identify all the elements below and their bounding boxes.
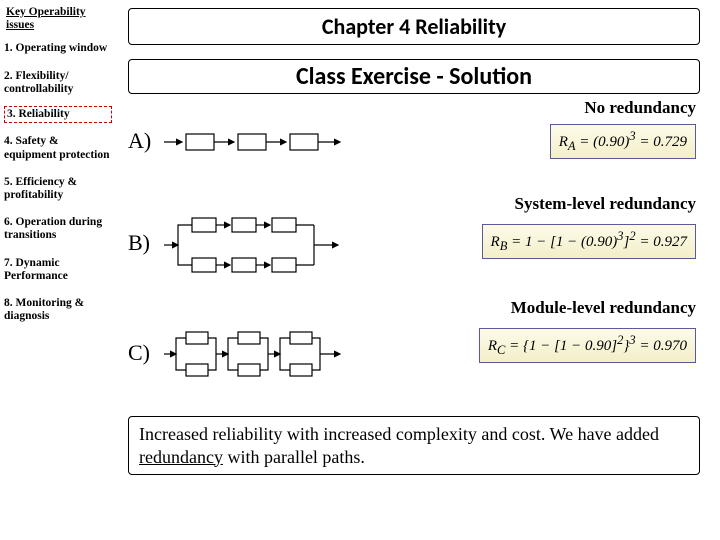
sidebar-item: 1. Operating window <box>4 38 112 65</box>
sidebar-item-current: 3. Reliability <box>4 106 112 123</box>
sidebar-item: 7. Dynamic Performance <box>4 253 112 293</box>
footer-pre: Increased reliability with increased com… <box>139 424 659 444</box>
row-a: No redundancy A) RA = (0.90)3 = 0.729 <box>120 104 716 184</box>
exercise-subtitle: Class Exercise - Solution <box>128 59 700 94</box>
main-content: Chapter 4 Reliability Class Exercise - S… <box>120 0 716 540</box>
chapter-title: Chapter 4 Reliability <box>128 8 700 45</box>
sidebar-header: Key Operability issues <box>4 4 112 38</box>
row-c-desc: Module-level redundancy <box>511 298 696 318</box>
sidebar-item: 6. Operation during transitions <box>4 212 112 252</box>
formula-c: RC = {1 − [1 − 0.90]2}3 = 0.970 <box>479 328 696 363</box>
formula-b: RB = 1 − [1 − (0.90)3]2 = 0.927 <box>482 224 696 259</box>
sidebar-item: 4. Safety & equipment protection <box>4 131 112 171</box>
diagram-no-redundancy <box>164 122 384 182</box>
formula-a: RA = (0.90)3 = 0.729 <box>550 124 696 159</box>
sidebar-item: 5. Efficiency & profitability <box>4 172 112 212</box>
row-b-label: B) <box>128 230 150 256</box>
row-c-label: C) <box>128 340 150 366</box>
row-b: System-level redundancy B) <box>120 190 716 294</box>
footer-note: Increased reliability with increased com… <box>128 416 700 475</box>
row-b-desc: System-level redundancy <box>515 194 697 214</box>
diagram-module-redundancy <box>164 322 384 382</box>
row-a-desc: No redundancy <box>584 98 696 118</box>
sidebar-item: 2. Flexibility/ controllability <box>4 66 112 106</box>
row-a-label: A) <box>128 128 151 154</box>
sidebar: Key Operability issues 1. Operating wind… <box>4 4 112 534</box>
diagram-system-redundancy <box>164 210 384 270</box>
row-c: Module-level redundancy C) <box>120 300 716 400</box>
sidebar-item: 8. Monitoring & diagnosis <box>4 293 112 333</box>
footer-post: with parallel paths. <box>223 447 365 467</box>
footer-underline: redundancy <box>139 447 223 467</box>
